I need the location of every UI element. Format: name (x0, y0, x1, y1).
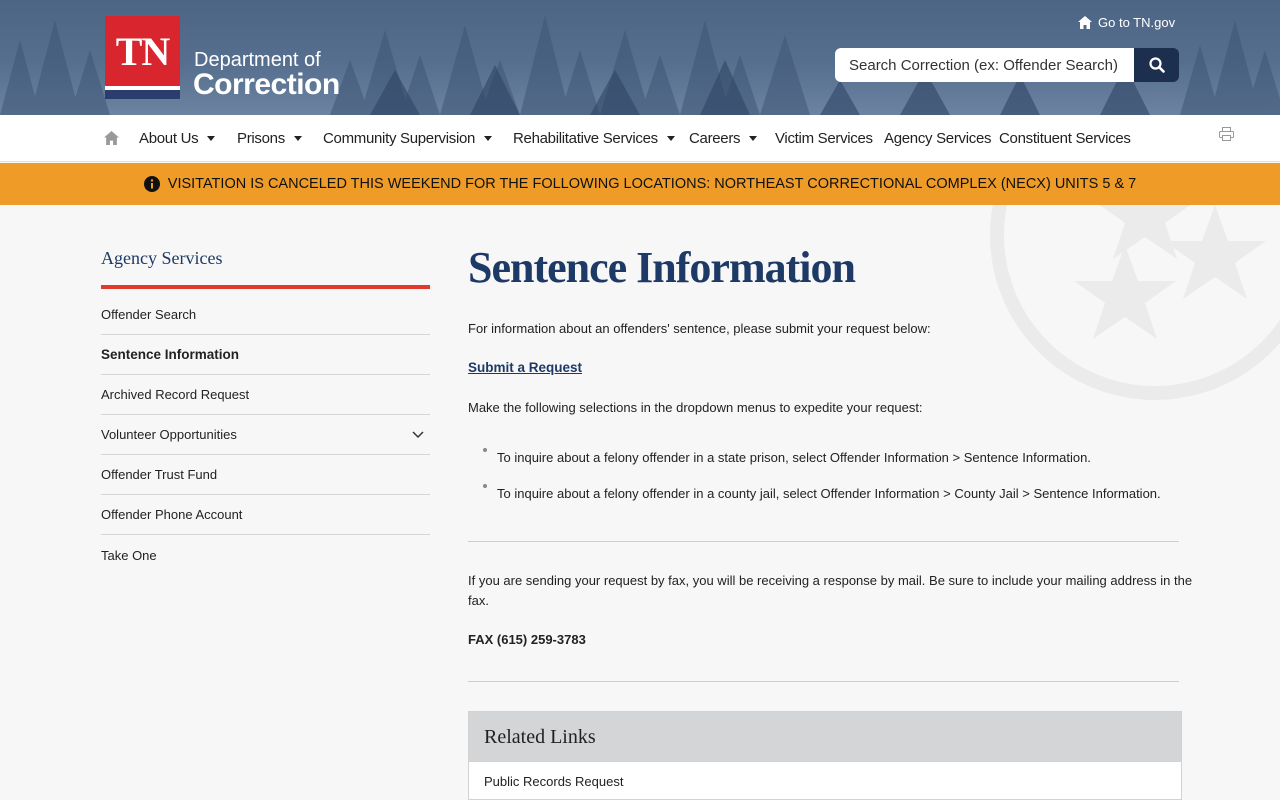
nav-label: Agency Services (884, 130, 992, 147)
main-navigation: About Us Prisons Community Supervision R… (0, 115, 1280, 162)
sidebar-item-offender-phone-account[interactable]: Offender Phone Account (101, 495, 430, 535)
sidebar-item-take-one[interactable]: Take One (101, 535, 430, 575)
logo-text: TN (115, 29, 171, 74)
nav-item-agency-services[interactable]: Agency Services (884, 115, 992, 162)
sidebar-item-label: Sentence Information (101, 347, 240, 362)
caret-down-icon (484, 136, 493, 141)
sidebar-item-offender-trust-fund[interactable]: Offender Trust Fund (101, 455, 430, 495)
intro-text: For information about an offenders' sent… (468, 321, 931, 336)
bullet-icon (483, 484, 487, 488)
logo-stripe-blue (105, 90, 180, 99)
caret-down-icon (207, 136, 216, 141)
nav-label: Community Supervision (323, 130, 476, 147)
sidebar-item-label: Offender Trust Fund (101, 467, 218, 482)
nav-item-careers[interactable]: Careers (689, 115, 758, 162)
home-icon (1078, 16, 1092, 29)
nav-label: Careers (689, 130, 741, 147)
search-input[interactable] (835, 48, 1134, 82)
sidebar-item-volunteer-opportunities[interactable]: Volunteer Opportunities (101, 415, 430, 455)
nav-label: Rehabilitative Services (513, 130, 658, 147)
related-link-public-records-request[interactable]: Public Records Request (469, 762, 1181, 800)
list-item: To inquire about a felony offender in a … (483, 484, 1161, 501)
search-bar (835, 48, 1179, 82)
fax-instructions-line1: If you are sending your request by fax, … (468, 573, 1193, 588)
nav-label: About Us (139, 130, 199, 147)
bullet-icon (483, 448, 487, 452)
nav-item-constituent-services[interactable]: Constituent Services (999, 115, 1131, 162)
sidebar-item-label: Volunteer Opportunities (101, 427, 237, 442)
submit-request-link[interactable]: Submit a Request (468, 360, 582, 375)
search-button[interactable] (1134, 48, 1179, 82)
info-icon (143, 176, 160, 192)
fax-instructions-line2: fax. (468, 593, 489, 608)
alert-text: VISITATION IS CANCELED THIS WEEKEND FOR … (167, 176, 1137, 192)
nav-item-rehabilitative-services[interactable]: Rehabilitative Services (513, 115, 675, 162)
divider (468, 541, 1179, 542)
related-links-title: Related Links (469, 712, 1181, 762)
nav-item-community-supervision[interactable]: Community Supervision (323, 115, 493, 162)
sidebar-title[interactable]: Agency Services (101, 248, 222, 269)
home-nav-icon[interactable] (104, 131, 119, 145)
bullet-text: To inquire about a felony offender in a … (497, 450, 1091, 465)
nav-label: Prisons (237, 130, 285, 147)
sidebar-item-label: Take One (101, 547, 157, 563)
department-name[interactable]: Correction (193, 68, 340, 102)
nav-item-victim-services[interactable]: Victim Services (775, 115, 873, 162)
print-icon[interactable] (1219, 127, 1234, 141)
sidebar-item-label: Offender Phone Account (101, 507, 243, 522)
goto-tn-gov-link[interactable]: Go to TN.gov (1078, 15, 1175, 30)
related-links-panel: Related Links Public Records Request (468, 711, 1182, 800)
sidebar-item-label: Archived Record Request (101, 387, 250, 402)
page-title: Sentence Information (468, 243, 856, 292)
tn-logo[interactable]: TN (105, 16, 180, 99)
alert-banner: VISITATION IS CANCELED THIS WEEKEND FOR … (0, 163, 1280, 205)
caret-down-icon (293, 136, 302, 141)
sidebar-item-label: Offender Search (101, 307, 197, 322)
sidebar-item-offender-search[interactable]: Offender Search (101, 295, 430, 335)
list-item: To inquire about a felony offender in a … (483, 448, 1091, 465)
goto-tn-gov-label: Go to TN.gov (1098, 15, 1176, 30)
tn-tristar-watermark (990, 205, 1280, 400)
caret-down-icon (749, 136, 758, 141)
nav-label: Constituent Services (999, 130, 1131, 147)
nav-item-about-us[interactable]: About Us (139, 115, 216, 162)
chevron-down-icon[interactable] (412, 430, 424, 439)
nav-item-prisons[interactable]: Prisons (237, 115, 302, 162)
bullet-text: To inquire about a felony offender in a … (497, 486, 1161, 501)
site-header: TN Department of Correction Go to TN.gov (0, 0, 1280, 115)
sidebar-title-rule (101, 285, 430, 289)
sidebar-item-archived-record-request[interactable]: Archived Record Request (101, 375, 430, 415)
caret-down-icon (666, 136, 675, 141)
fax-number: FAX (615) 259-3783 (468, 632, 586, 647)
selections-text: Make the following selections in the dro… (468, 400, 923, 415)
search-icon (1148, 57, 1165, 73)
nav-label: Victim Services (775, 130, 873, 147)
divider (468, 681, 1179, 682)
sidebar-menu: Offender Search Sentence Information Arc… (101, 295, 430, 575)
sidebar-item-sentence-information[interactable]: Sentence Information (101, 335, 430, 375)
